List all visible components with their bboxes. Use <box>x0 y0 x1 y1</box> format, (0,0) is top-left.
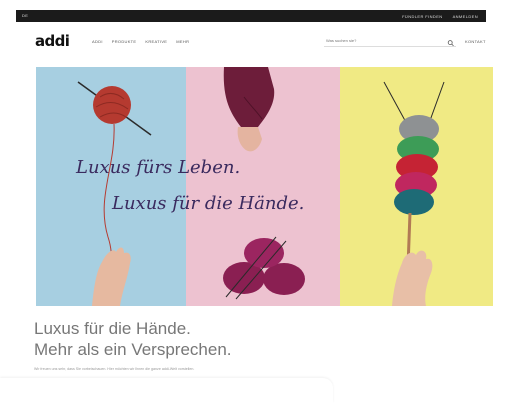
utility-links: FÜNDLER FINDEN ANMELDEN <box>402 14 478 19</box>
main-nav: ADDI PRODUKTE KREATIVE MEHR <box>92 39 189 44</box>
right-hand <box>392 250 433 306</box>
window-gap <box>0 0 515 10</box>
overlay-panel <box>0 378 333 403</box>
pink-yarn-ball-2 <box>263 263 305 295</box>
intro-paragraph: Wir freuen uns sehr, dass Sie vorbeischa… <box>34 367 195 371</box>
language-selector[interactable]: DE <box>22 13 28 18</box>
site-header: addi ADDI PRODUKTE KREATIVE MEHR KONTAKT <box>16 22 486 62</box>
pink-yarn-ball-3 <box>244 238 284 268</box>
nav-item-addi[interactable]: ADDI <box>92 39 103 44</box>
page-headline: Luxus für die Hände. Mehr als ein Verspr… <box>34 318 232 360</box>
nav-item-creative[interactable]: KREATIVE <box>145 39 167 44</box>
headline-line-1: Luxus für die Hände. <box>34 319 191 338</box>
hero-illustration <box>77 67 445 306</box>
glove-hand <box>237 127 262 152</box>
nav-item-more[interactable]: MEHR <box>176 39 189 44</box>
top-utility-bar: DE FÜNDLER FINDEN ANMELDEN <box>16 10 486 22</box>
teal-yarn <box>394 189 434 215</box>
dealer-finder-link[interactable]: FÜNDLER FINDEN <box>402 14 443 19</box>
contact-link[interactable]: KONTAKT <box>465 39 486 44</box>
hero-script-line-1: Luxus fürs Leben. <box>76 157 241 178</box>
search-input[interactable] <box>326 38 436 43</box>
nav-item-products[interactable]: PRODUKTE <box>112 39 137 44</box>
hero-script-line-2: Luxus für die Hände. <box>112 193 305 214</box>
login-link[interactable]: ANMELDEN <box>453 14 478 19</box>
headline-line-2: Mehr als ein Versprechen. <box>34 340 232 359</box>
left-hand <box>92 247 131 306</box>
hero-banner[interactable]: Luxus fürs Leben. Luxus für die Hände. <box>36 67 493 306</box>
search-box <box>324 35 456 47</box>
search-icon[interactable] <box>446 35 456 47</box>
addi-logo[interactable]: addi <box>35 32 70 50</box>
knitted-glove <box>223 67 275 127</box>
